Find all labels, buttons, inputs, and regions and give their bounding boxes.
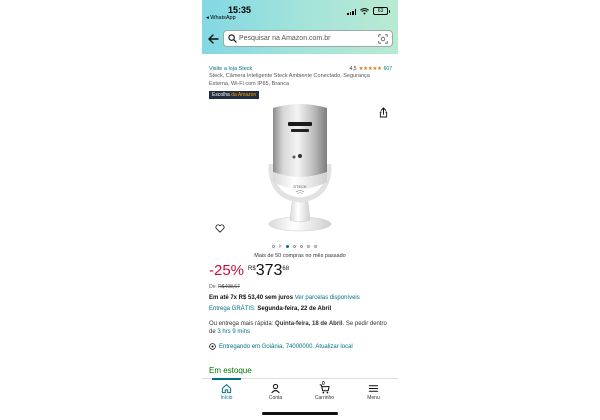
back-arrow-icon[interactable] [207,33,219,45]
share-icon[interactable] [379,107,388,118]
store-link[interactable]: Visite a loja Steck [209,66,252,72]
status-icons: 63 [347,7,390,15]
carousel-video-icon[interactable] [279,244,282,248]
fast-delivery-date: Quinta-feira, 18 de Abril [275,321,343,327]
discount-percent: -25% [209,262,245,279]
product-title: Steck, Câmera Inteligente Steck Ambiente… [209,73,370,87]
free-delivery-date: Segunda-feira, 22 de Abril [257,306,332,312]
free-delivery-label[interactable]: Entrega GRÁTIS: [209,306,256,312]
tab-account[interactable]: Conta [251,379,300,407]
status-bar: 15:35 ◂ WhatsApp 63 [202,0,398,24]
menu-icon [368,385,379,392]
bottom-tab-bar: Início Conta 0 Carrinho Menu [202,378,398,407]
tab-cart-label: Carrinho [314,395,335,401]
tab-account-label: Conta [268,395,283,401]
product-image[interactable]: STECK [260,102,340,234]
status-time: 15:35 [228,5,252,15]
stock-status: Em estoque [209,366,252,375]
tab-cart[interactable]: 0 Carrinho [300,379,349,407]
installments-text: Em até 7x R$ 53,40 sem juros [209,295,294,301]
search-placeholder[interactable]: Pesquisar na Amazon.com.br [239,35,330,42]
rating-count[interactable]: 607 [384,66,392,72]
fast-delivery-text: Ou entrega mais rápida: [209,321,276,327]
free-delivery: Entrega GRÁTIS: Segunda-feira, 22 de Abr… [209,305,393,313]
delivery-location-text[interactable]: Entregando em Goiânia, 74000000. Atualiz… [219,344,353,350]
account-icon [271,383,280,394]
carousel-dot[interactable] [307,244,310,248]
list-price-value: R$498,67 [218,284,240,290]
tab-home-label: Início [220,395,233,401]
cart-count-badge: 0 [322,381,325,387]
wishlist-heart-icon[interactable] [215,224,225,233]
installments: Em até 7x R$ 53,40 sem juros Ver parcela… [209,294,393,302]
search-bar[interactable]: Pesquisar na Amazon.com.br [223,30,393,47]
location-pin-icon [209,343,216,350]
home-icon [221,384,232,394]
phone-screen: 15:35 ◂ WhatsApp 63 Pesquisar na Amazon.… [202,0,398,420]
carousel-dot[interactable] [300,244,303,248]
tab-menu-label: Menu [367,395,380,401]
rating-value: 4,5 [349,66,357,72]
tab-home[interactable]: Início [202,378,251,407]
amazon-choice-badge: Escolha da Amazon [209,91,260,99]
home-indicator [262,412,338,415]
battery-icon: 63 [373,7,390,15]
device-brand-label: STECK [293,184,307,189]
back-to-app-link[interactable]: ◂ WhatsApp [206,15,236,21]
price-whole: 373 [255,262,283,279]
fast-delivery: Ou entrega mais rápida: Quinta-feira, 18… [209,320,393,336]
badge-text-b: da Amazon [231,92,257,98]
signal-icon [347,9,356,15]
wifi-icon [360,8,369,15]
price-currency: R$ [248,266,256,272]
rating-summary[interactable]: 4,5 ★★★★★ 607 [350,66,392,72]
list-price: De: R$498,67 [209,284,240,290]
carousel-dot[interactable] [314,244,317,248]
camera-search-icon[interactable] [378,34,388,44]
tab-menu[interactable]: Menu [349,379,398,407]
star-rating-icon: ★★★★★ [358,66,382,72]
carousel-dot[interactable] [293,244,296,248]
fast-delivery-countdown: 3 hrs 9 mins [217,329,251,335]
list-price-label: De: [209,284,219,290]
carousel-dot-active[interactable] [286,244,289,248]
purchase-count: Mais de 50 compras no mês passado [254,253,346,259]
price-cents: 68 [282,266,290,272]
search-icon [228,34,237,43]
badge-text-a: Escolha [212,92,232,98]
price-row: -25% R$ 373 68 [209,262,289,280]
image-carousel-dots[interactable] [272,244,317,248]
delivery-location[interactable]: Entregando em Goiânia, 74000000. Atualiz… [209,343,353,350]
installments-link[interactable]: Ver parcelas disponíveis [295,295,360,301]
carousel-dot[interactable] [272,244,275,248]
